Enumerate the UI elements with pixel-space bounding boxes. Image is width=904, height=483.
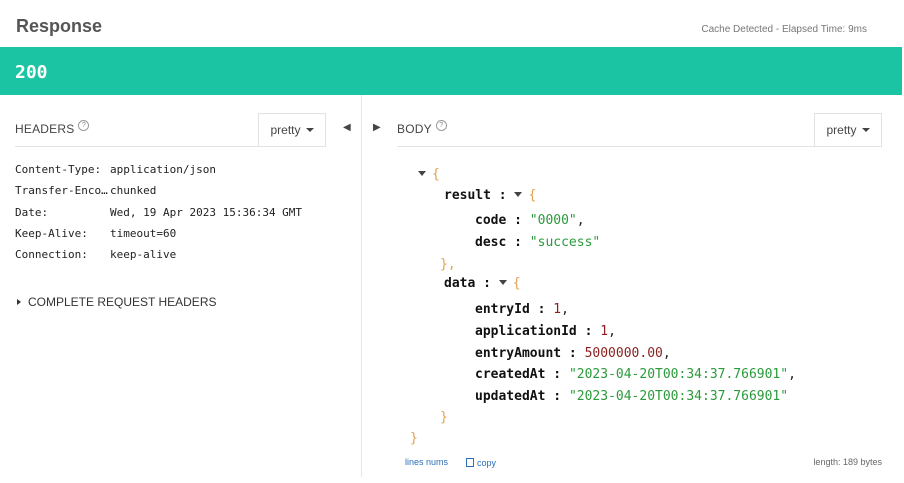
json-viewer: { result : { code : "0000", desc : "succ…	[362, 95, 902, 455]
json-sep: ,	[662, 346, 671, 361]
json-result-open: result : {	[444, 188, 537, 203]
header-value: chunked	[110, 184, 157, 198]
header-value: application/json	[110, 163, 216, 176]
collapse-toggle-icon[interactable]	[418, 171, 426, 176]
complete-request-headers-toggle[interactable]: COMPLETE REQUEST HEADERS	[17, 295, 216, 309]
header-value: keep-alive	[110, 248, 177, 262]
brace: }	[410, 431, 418, 446]
json-value: "2023-04-20T00:34:37.766901"	[568, 367, 789, 382]
response-header: Response Cache Detected - Elapsed Time: …	[0, 0, 904, 47]
json-line: createdAt : "2023-04-20T00:34:37.766901"…	[475, 367, 796, 382]
headers-format-label: pretty	[270, 123, 301, 137]
collapse-toggle-icon[interactable]	[498, 280, 507, 285]
response-title: Response	[16, 16, 103, 36]
header-value: Wed, 19 Apr 2023 15:36:34 GMT	[110, 205, 303, 219]
brace: {	[528, 188, 537, 203]
json-key: entryAmount	[475, 346, 562, 361]
collapse-toggle-icon[interactable]	[514, 192, 523, 197]
json-root-close: }	[410, 431, 418, 446]
headers-label: HEADERS?	[15, 120, 90, 136]
complete-request-headers-label: COMPLETE REQUEST HEADERS	[28, 295, 217, 309]
json-data-open: data : {	[444, 276, 521, 291]
headers-format-dropdown[interactable]: pretty	[258, 113, 326, 146]
json-line: entryId : 1,	[475, 302, 569, 317]
json-value: "2023-04-20T00:34:37.766901"	[568, 389, 789, 404]
chevron-down-icon	[305, 128, 314, 132]
headers-list: Content-Type: application/json Transfer-E…	[15, 163, 302, 269]
header-row: Connection: keep-alive	[15, 248, 302, 269]
line-numbers-link[interactable]: lines nums	[405, 457, 448, 467]
json-key: desc	[475, 235, 507, 250]
header-row: Transfer-Enco… chunked	[15, 184, 302, 205]
copy-label: copy	[477, 458, 497, 468]
header-row: Keep-Alive: timeout=60	[15, 227, 302, 248]
header-key: Date:	[15, 205, 49, 219]
headers-panel: HEADERS? pretty Content-Type: application…	[0, 95, 340, 483]
json-line: applicationId : 1,	[475, 324, 616, 339]
status-code: 200	[15, 62, 48, 83]
brace: {	[432, 167, 440, 182]
json-key: applicationId	[475, 324, 577, 339]
json-line: entryAmount : 5000000.00,	[475, 346, 671, 361]
json-line: desc : "success"	[475, 235, 601, 250]
json-key: entryId	[475, 302, 530, 317]
header-value: timeout=60	[110, 226, 177, 240]
header-key: Content-Type:	[15, 163, 102, 176]
json-value: "success"	[529, 235, 601, 250]
collapse-left-icon[interactable]: ◀	[343, 122, 351, 133]
json-root-open: {	[418, 167, 440, 182]
header-row: Content-Type: application/json	[15, 163, 302, 184]
json-key: code	[475, 213, 507, 228]
headers-label-text: HEADERS	[15, 122, 75, 136]
json-sep: ,	[576, 213, 585, 228]
json-key: updatedAt	[475, 389, 546, 404]
header-key: Transfer-Enco…	[15, 184, 108, 198]
headers-panel-header: HEADERS? pretty	[15, 113, 326, 147]
brace: },	[440, 257, 456, 272]
json-value: "0000"	[529, 213, 577, 228]
brace: }	[440, 410, 448, 425]
json-value: 1	[553, 302, 562, 317]
status-bar: 200	[0, 47, 902, 95]
json-line: code : "0000",	[475, 213, 585, 228]
header-key: Connection:	[15, 248, 88, 262]
elapsed-time-text: Cache Detected - Elapsed Time: 9ms	[701, 24, 867, 35]
copy-button[interactable]: copy	[466, 457, 496, 468]
json-key: data	[444, 276, 476, 291]
json-key: createdAt	[475, 367, 546, 382]
copy-icon	[466, 458, 474, 467]
header-key: Keep-Alive:	[15, 226, 88, 240]
json-line: updatedAt : "2023-04-20T00:34:37.766901"	[475, 389, 789, 404]
json-sep: ,	[788, 367, 796, 382]
json-result-close: },	[440, 257, 456, 272]
json-value: 1	[600, 324, 609, 339]
json-sep: ,	[561, 302, 569, 317]
json-data-close: }	[440, 410, 448, 425]
chevron-right-icon	[17, 299, 21, 305]
json-key: result	[444, 188, 491, 203]
header-row: Date: Wed, 19 Apr 2023 15:36:34 GMT	[15, 206, 302, 227]
json-value: 5000000.00	[584, 346, 663, 361]
body-length-text: length: 189 bytes	[813, 457, 882, 467]
brace: {	[512, 276, 521, 291]
json-sep: ,	[608, 324, 616, 339]
help-icon[interactable]: ?	[78, 120, 90, 131]
body-panel: BODY? pretty { result : { code : "0000",…	[362, 95, 902, 483]
